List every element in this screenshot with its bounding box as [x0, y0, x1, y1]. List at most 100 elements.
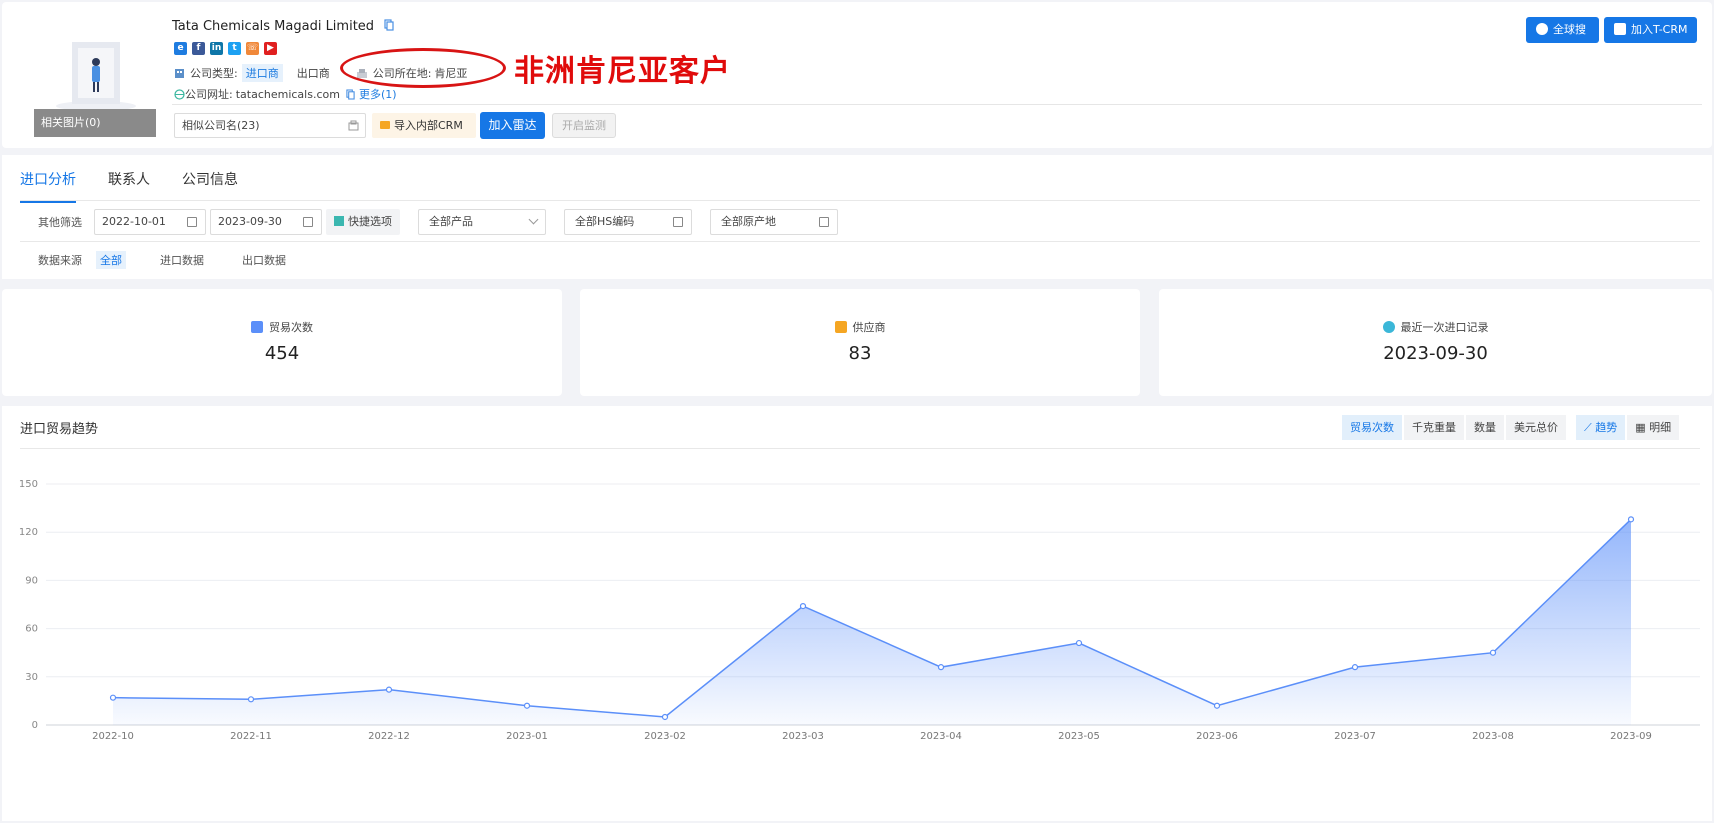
data-point[interactable]	[109, 694, 117, 701]
quick-options-label: 快捷选项	[348, 215, 392, 228]
data-point[interactable]	[385, 686, 393, 693]
website-label: 公司网址:	[185, 88, 233, 101]
data-point[interactable]	[1213, 702, 1221, 709]
stat-value: 83	[848, 343, 872, 364]
calendar-icon	[303, 217, 313, 227]
placeholder-illustration-icon	[56, 42, 136, 111]
product-select-value: 全部产品	[429, 215, 473, 228]
series-area	[113, 519, 1631, 725]
company-type-importer[interactable]: 进口商	[241, 64, 283, 82]
similar-companies-input[interactable]: 相似公司名(23)	[174, 113, 366, 138]
add-radar-button[interactable]: 加入雷达	[480, 112, 545, 139]
calendar-icon	[187, 217, 197, 227]
website-row: 公司网址: tatachemicals.com 更多(1)	[174, 86, 397, 102]
global-search-label: 全球搜	[1553, 23, 1586, 36]
trade-trend-chart: 0 30 60 90 120 150 2022-10 2022-11 2022-12 2023-…	[19, 479, 1700, 742]
data-point[interactable]	[1351, 664, 1359, 671]
website-value[interactable]: tatachemicals.com	[236, 88, 340, 101]
data-point[interactable]	[937, 664, 945, 671]
data-source-label: 数据来源	[38, 254, 82, 267]
bar-chart-icon	[251, 321, 263, 333]
analysis-panel: 进口分析 联系人 公司信息 其他筛选 2022-10-01 2023-09-30…	[2, 155, 1712, 279]
copy-icon[interactable]	[384, 19, 394, 31]
y-tick-label: 0	[32, 720, 38, 731]
chevron-down-icon	[528, 214, 539, 225]
supplier-icon	[834, 321, 847, 333]
facebook-icon[interactable]: f	[192, 42, 205, 55]
building-icon	[348, 120, 359, 131]
ie-icon[interactable]: e	[174, 42, 187, 55]
more-websites-link[interactable]: 更多(1)	[359, 86, 397, 102]
hs-code-select[interactable]: 全部HS编码	[564, 209, 692, 235]
tab-bar: 进口分析 联系人 公司信息	[20, 169, 238, 203]
y-tick-label: 120	[19, 527, 38, 538]
import-crm-label: 导入内部CRM	[394, 119, 463, 132]
trend-panel: 进口贸易趋势 贸易次数 千克重量 数量 美元总价 ⟋ 趋势 ▦ 明细 0 30 60…	[2, 406, 1712, 821]
phone-icon[interactable]: ☏	[246, 42, 259, 55]
data-point[interactable]	[1489, 649, 1497, 656]
list-icon	[673, 217, 683, 227]
data-point[interactable]	[661, 713, 669, 721]
data-point[interactable]	[1075, 639, 1083, 647]
tabs-divider	[20, 200, 1700, 201]
globe-icon	[174, 88, 185, 100]
company-header-card: 相关图片(0) Tata Chemicals Magadi Limited e …	[2, 2, 1712, 148]
twitter-icon[interactable]: t	[228, 42, 241, 55]
stat-label: 供应商	[852, 321, 886, 334]
x-tick-label: 2023-06	[1196, 731, 1238, 742]
linkedin-icon[interactable]: in	[210, 42, 223, 55]
data-source-row: 数据来源 全部 进口数据 出口数据	[38, 251, 320, 269]
x-tick-label: 2023-03	[782, 731, 824, 742]
end-date-value: 2023-09-30	[218, 215, 282, 228]
list-icon	[819, 217, 829, 227]
folder-icon	[380, 121, 390, 129]
quick-options-button[interactable]: 快捷选项	[326, 209, 400, 235]
data-point[interactable]	[523, 702, 531, 709]
tab-contacts[interactable]: 联系人	[108, 169, 150, 203]
company-type-exporter[interactable]: 出口商	[297, 65, 330, 81]
data-point[interactable]	[1627, 516, 1635, 523]
origin-select[interactable]: 全部原产地	[710, 209, 838, 235]
data-point[interactable]	[247, 696, 255, 703]
stat-header: 供应商	[580, 319, 1140, 335]
filter-label: 其他筛选	[38, 216, 82, 229]
similar-companies-text: 相似公司名(23)	[182, 119, 260, 132]
social-links: e f in t ☏ ▶	[174, 42, 277, 55]
end-date-input[interactable]: 2023-09-30	[210, 209, 322, 235]
x-tick-label: 2023-02	[644, 731, 686, 742]
data-point[interactable]	[799, 603, 807, 610]
source-option-all[interactable]: 全部	[96, 251, 126, 269]
stat-label: 最近一次进口记录	[1400, 321, 1489, 334]
stat-card-trades: 贸易次数 454	[2, 289, 562, 396]
x-tick-label: 2023-09	[1610, 731, 1652, 742]
enable-monitor-button[interactable]: 开启监测	[552, 113, 616, 138]
origin-select-value: 全部原产地	[721, 215, 776, 228]
global-search-button[interactable]: 全球搜	[1526, 17, 1599, 43]
import-crm-button[interactable]: 导入内部CRM	[372, 113, 476, 138]
youtube-icon[interactable]: ▶	[264, 42, 277, 55]
y-tick-label: 60	[25, 624, 38, 635]
stat-value: 2023-09-30	[1383, 343, 1488, 364]
add-tcrm-button[interactable]: 加入T-CRM	[1604, 17, 1697, 43]
source-option-export[interactable]: 出口数据	[238, 251, 290, 269]
product-select[interactable]: 全部产品	[418, 209, 546, 235]
related-photos-button[interactable]: 相关图片(0)	[34, 109, 156, 137]
copy-icon[interactable]	[346, 88, 355, 100]
x-tick-label: 2023-05	[1058, 731, 1100, 742]
company-logo: 相关图片(0)	[34, 24, 156, 137]
x-tick-label: 2022-10	[92, 731, 134, 742]
start-date-input[interactable]: 2022-10-01	[94, 209, 206, 235]
filter-divider	[20, 241, 1700, 242]
source-option-import[interactable]: 进口数据	[156, 251, 208, 269]
x-tick-label: 2023-07	[1334, 731, 1376, 742]
tab-import-analysis[interactable]: 进口分析	[20, 169, 76, 203]
clock-icon	[1382, 321, 1395, 333]
start-date-value: 2022-10-01	[102, 215, 166, 228]
stat-card-suppliers: 供应商 83	[580, 289, 1140, 396]
company-name: Tata Chemicals Magadi Limited	[172, 19, 394, 34]
hs-code-select-value: 全部HS编码	[575, 215, 635, 228]
stat-label: 贸易次数	[269, 321, 313, 334]
x-tick-label: 2022-12	[368, 731, 410, 742]
x-tick-label: 2022-11	[230, 731, 272, 742]
tab-company-info[interactable]: 公司信息	[182, 169, 238, 203]
